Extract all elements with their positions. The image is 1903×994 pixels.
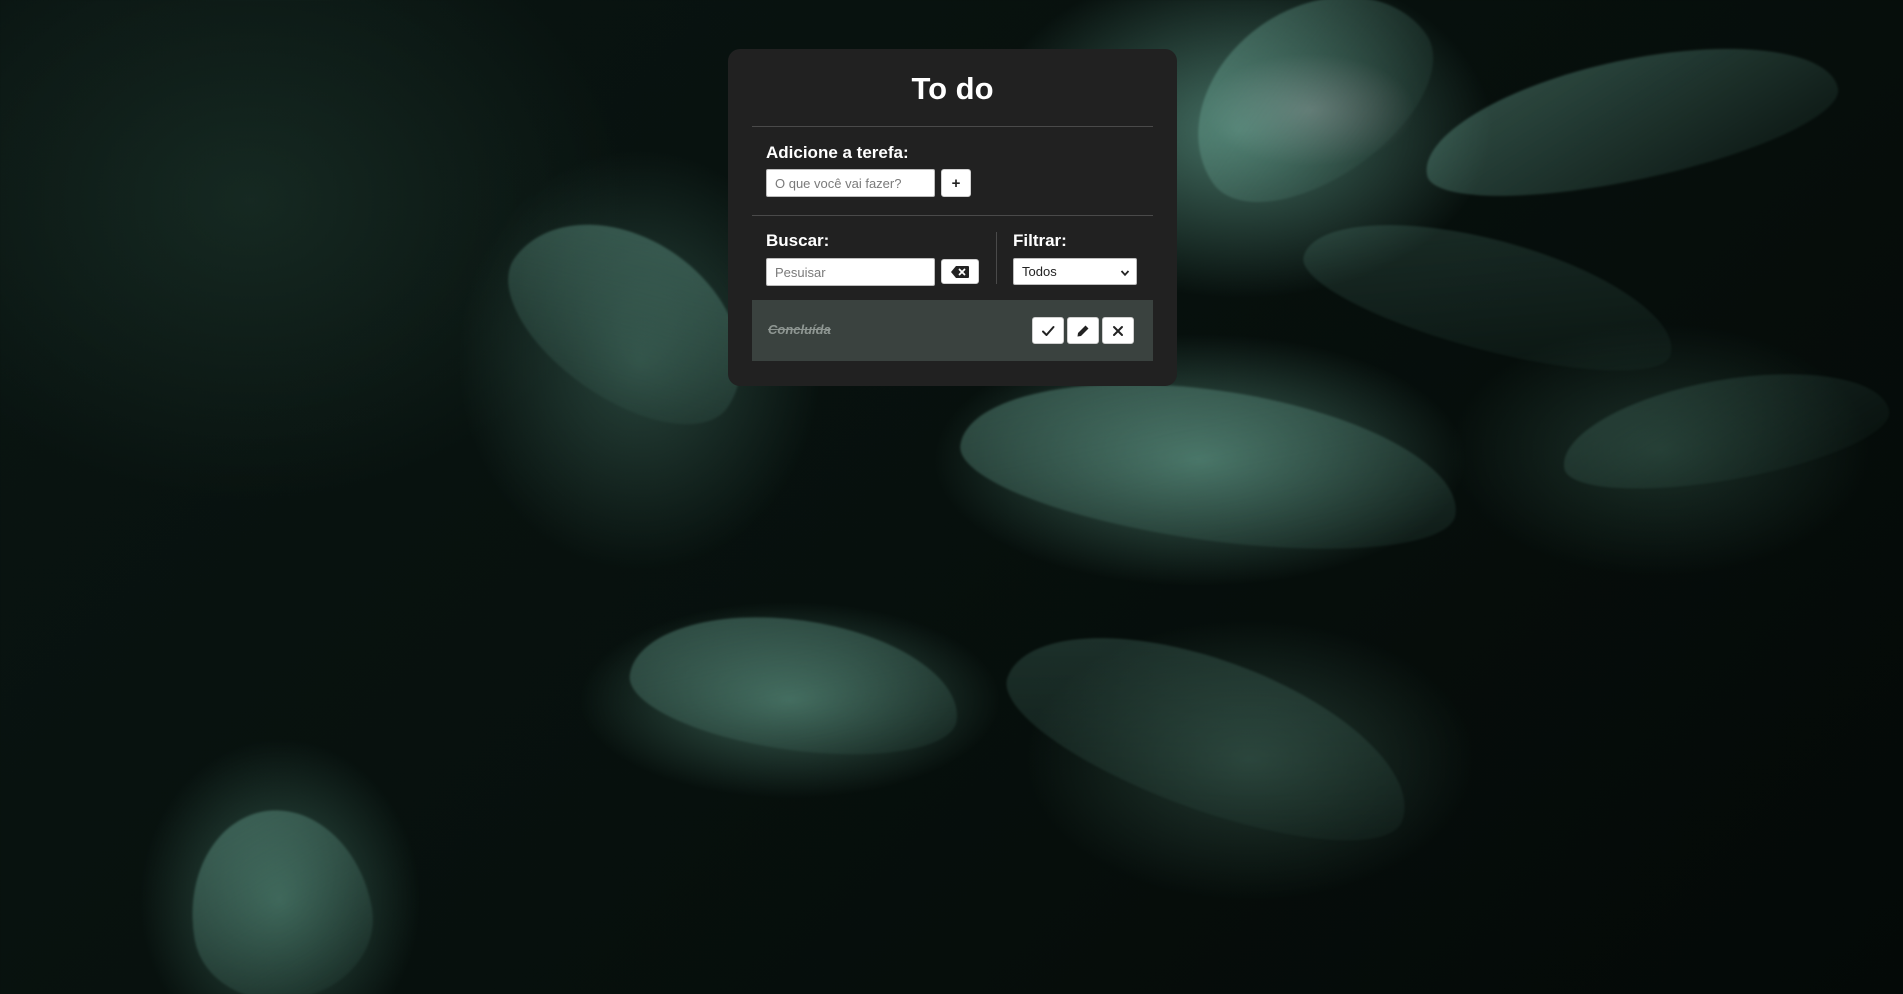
filter-select[interactable]: Todos: [1013, 258, 1137, 285]
chevron-down-icon: [1120, 266, 1130, 281]
add-task-input[interactable]: [766, 169, 935, 197]
clear-search-button[interactable]: [941, 259, 979, 284]
background-leaf: [1292, 192, 1688, 398]
filter-selected-value: Todos: [1022, 264, 1057, 279]
divider: [752, 215, 1153, 216]
search-input[interactable]: [766, 258, 935, 286]
pencil-icon: [1076, 324, 1090, 338]
background-leaf: [174, 795, 386, 994]
finish-todo-button[interactable]: [1032, 317, 1064, 344]
todo-item: Concluída: [752, 300, 1153, 361]
close-icon: [1112, 325, 1124, 337]
background-leaf: [987, 592, 1433, 878]
todo-card: To do Adicione a terefa: + Buscar: Filtr…: [728, 49, 1177, 386]
remove-todo-button[interactable]: [1102, 317, 1134, 344]
divider: [752, 126, 1153, 127]
todo-text: Concluída: [768, 322, 831, 337]
add-task-button[interactable]: +: [941, 169, 971, 197]
background-leaf: [1412, 17, 1848, 223]
check-icon: [1041, 324, 1055, 338]
vertical-divider: [996, 232, 997, 284]
background-leaf: [951, 355, 1469, 575]
plus-icon: +: [951, 174, 961, 192]
filter-label: Filtrar:: [1013, 231, 1067, 250]
background-leaf: [622, 597, 968, 773]
background-leaf: [1553, 352, 1897, 508]
add-task-label: Adicione a terefa:: [766, 143, 909, 162]
search-label: Buscar:: [766, 231, 830, 250]
page: { "app": { "title": "To do" }, "add_task…: [0, 0, 1903, 994]
backspace-icon: [950, 265, 970, 279]
page-title: To do: [911, 71, 994, 106]
edit-todo-button[interactable]: [1067, 317, 1099, 344]
background-leaf: [1154, 0, 1466, 240]
